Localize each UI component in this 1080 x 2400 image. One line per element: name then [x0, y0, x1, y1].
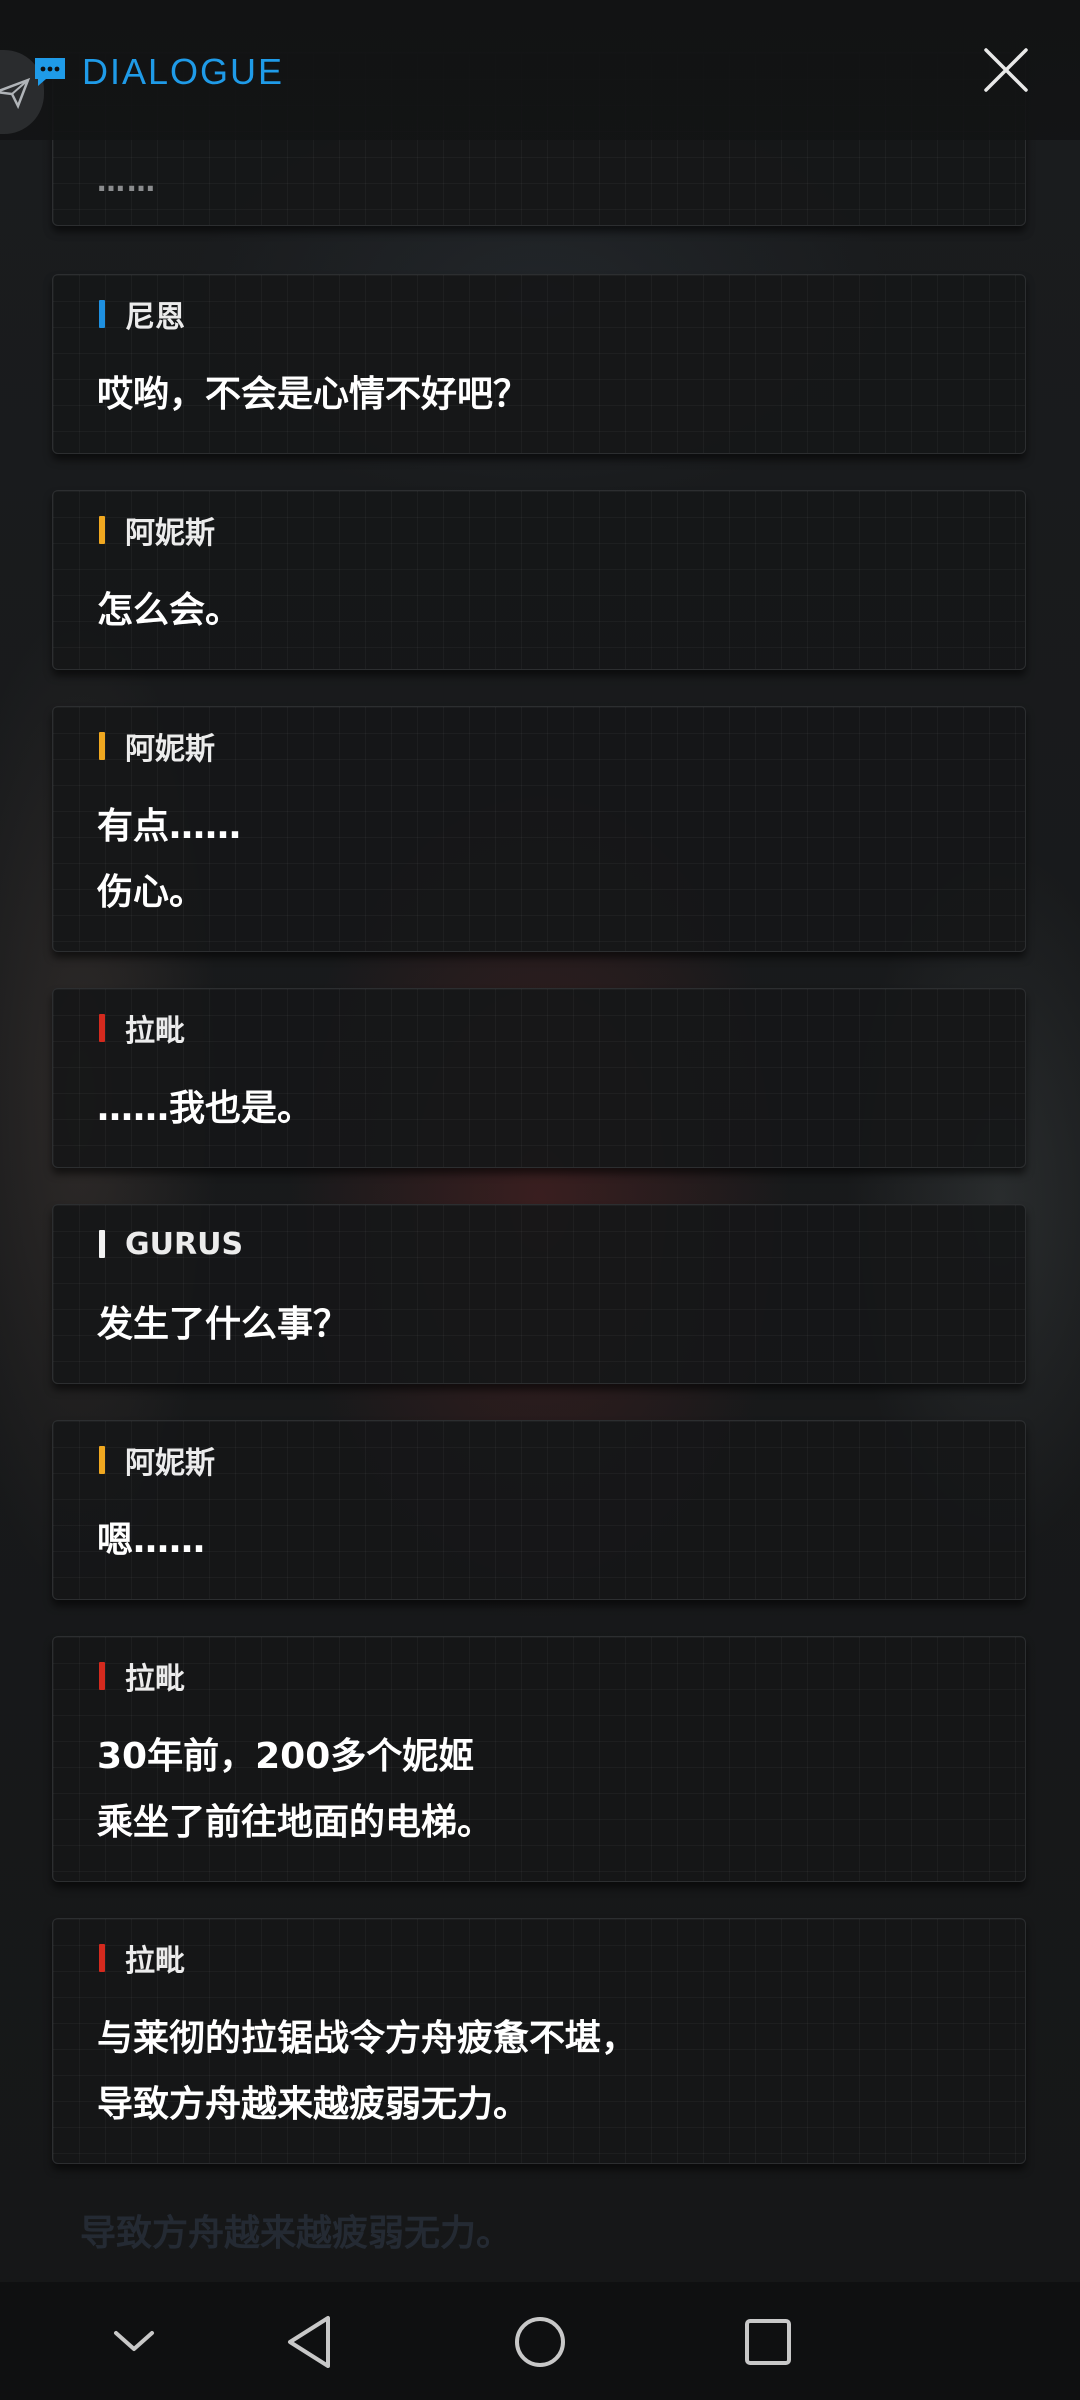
- dialogue-card: GURUS 发生了什么事？: [52, 1204, 1026, 1384]
- chat-bubble-icon: [35, 58, 65, 86]
- speaker-color-bar: [99, 1944, 105, 1972]
- nav-home-button[interactable]: [502, 2304, 578, 2380]
- speaker-name: 尼恩: [125, 300, 185, 335]
- dialogue-card: 拉毗 与莱彻的拉锯战令方舟疲惫不堪， 导致方舟越来越疲弱无力。: [52, 1918, 1026, 2164]
- dialogue-card: 拉毗 30年前，200多个妮姬 乘坐了前往地面的电梯。: [52, 1636, 1026, 1882]
- recents-square-icon: [745, 2319, 791, 2365]
- nav-collapse-button[interactable]: [96, 2304, 172, 2380]
- dialogue-card: 阿妮斯 有点…… 伤心。: [52, 706, 1026, 952]
- dialogue-line: 怎么会。: [97, 590, 242, 631]
- dialogue-line: 30年前，200多个妮姬: [97, 1736, 475, 1777]
- nav-recents-button[interactable]: [730, 2304, 806, 2380]
- speaker-row: 拉毗: [99, 1011, 185, 1049]
- dialogue-line: 嗯……: [97, 1520, 206, 1561]
- dialogue-card: 尼恩 哎哟，不会是心情不好吧？: [52, 274, 1026, 454]
- home-circle-icon: [515, 2317, 565, 2367]
- speaker-name: 拉毗: [125, 1944, 185, 1979]
- back-triangle-icon: [288, 2316, 330, 2368]
- dialogue-line: 哎哟，不会是心情不好吧？: [97, 374, 530, 415]
- speaker-color-bar: [99, 732, 105, 760]
- dialogue-line: 伤心。: [97, 872, 206, 913]
- speaker-color-bar: [99, 1230, 105, 1258]
- dialogue-line: ……: [97, 165, 157, 198]
- speaker-name: GURUS: [125, 1226, 244, 1262]
- dialogue-line: 与莱彻的拉锯战令方舟疲惫不堪，: [97, 2018, 638, 2059]
- background-echo-text: 导致方舟越来越疲弱无力。: [80, 2213, 513, 2254]
- page-title: DIALOGUE: [82, 51, 285, 92]
- speaker-row: 阿妮斯: [99, 513, 215, 551]
- system-nav-bar: [0, 2282, 1080, 2400]
- speaker-row: 拉毗: [99, 1941, 185, 1979]
- speaker-name: 阿妮斯: [125, 1446, 215, 1481]
- speaker-row: GURUS: [99, 1226, 244, 1262]
- speaker-row: 尼恩: [99, 297, 185, 335]
- dialogue-card: 阿妮斯 嗯……: [52, 1420, 1026, 1600]
- speaker-row: 阿妮斯: [99, 1443, 215, 1481]
- speaker-name: 阿妮斯: [125, 732, 215, 767]
- dialogue-line: 乘坐了前往地面的电梯。: [97, 1802, 494, 1843]
- speaker-color-bar: [99, 300, 105, 328]
- dialogue-header: DIALOGUE: [0, 0, 1080, 140]
- speaker-color-bar: [99, 1014, 105, 1042]
- close-icon: [984, 48, 1028, 92]
- dialogue-title: DIALOGUE: [32, 50, 284, 94]
- dialogue-line: ……我也是。: [97, 1088, 314, 1129]
- dialogue-line: 有点……: [97, 806, 242, 847]
- dialogue-line: 发生了什么事？: [97, 1304, 350, 1345]
- close-button[interactable]: [978, 42, 1034, 98]
- speaker-color-bar: [99, 516, 105, 544]
- speaker-row: 拉毗: [99, 1659, 185, 1697]
- dialogue-line: 导致方舟越来越疲弱无力。: [97, 2084, 530, 2125]
- speaker-name: 拉毗: [125, 1014, 185, 1049]
- speaker-row: 阿妮斯: [99, 729, 215, 767]
- dialogue-card: 阿妮斯 怎么会。: [52, 490, 1026, 670]
- dialogue-card: 拉毗 ……我也是。: [52, 988, 1026, 1168]
- speaker-name: 阿妮斯: [125, 516, 215, 551]
- nav-back-button[interactable]: [272, 2304, 348, 2380]
- speaker-name: 拉毗: [125, 1662, 185, 1697]
- speaker-color-bar: [99, 1446, 105, 1474]
- chevron-down-icon: [114, 2331, 154, 2351]
- speaker-color-bar: [99, 1662, 105, 1690]
- paper-plane-icon: [0, 77, 31, 110]
